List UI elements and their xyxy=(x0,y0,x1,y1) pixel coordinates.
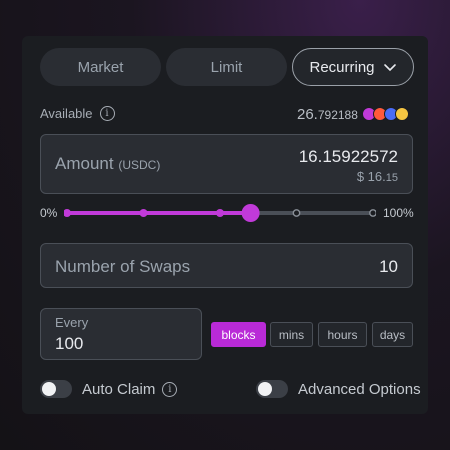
amount-label: Amount (USDC) xyxy=(55,154,160,174)
unit-hours-button[interactable]: hours xyxy=(318,322,367,347)
unit-mins-button[interactable]: mins xyxy=(270,322,313,347)
chevron-down-icon xyxy=(383,64,396,72)
slider-stop-1[interactable] xyxy=(139,209,148,217)
available-text: Available xyxy=(40,106,93,121)
tab-limit-label: Limit xyxy=(210,58,243,76)
amount-label-text: Amount xyxy=(55,154,114,173)
amount-usd-int: $ 16. xyxy=(356,169,386,184)
amount-unit: (USDC) xyxy=(118,158,161,172)
order-type-tabs: Market Limit Recurring xyxy=(40,48,414,86)
advanced-options-label: Advanced Options xyxy=(298,381,421,398)
swaps-label: Number of Swaps xyxy=(55,257,191,276)
slider-min-label: 0% xyxy=(40,206,58,220)
number-of-swaps-input[interactable]: Number of Swaps 10 xyxy=(40,243,413,288)
tab-limit[interactable]: Limit xyxy=(166,48,287,86)
available-balance: 26.792188 xyxy=(297,106,358,123)
tab-market[interactable]: Market xyxy=(40,48,161,86)
amount-usd-value: $ 16.15 xyxy=(357,169,398,184)
unit-blocks-button[interactable]: blocks xyxy=(211,322,266,347)
unit-blocks-label: blocks xyxy=(221,327,256,342)
toggle-knob xyxy=(42,382,56,396)
every-interval-input[interactable]: Every 100 xyxy=(40,308,202,360)
unit-mins-label: mins xyxy=(278,327,305,342)
amount-input[interactable]: Amount (USDC) 16.15922572 $ 16.15 xyxy=(40,134,413,194)
amount-value: 16.15922572 xyxy=(298,147,398,166)
available-balance-int: 26. xyxy=(297,106,318,123)
slider-stop-4[interactable] xyxy=(369,209,376,217)
token-icons xyxy=(362,107,416,123)
available-label: Available i xyxy=(40,106,115,121)
slider-max-label: 100% xyxy=(383,206,414,220)
info-icon[interactable]: i xyxy=(99,106,115,121)
info-icon[interactable]: i xyxy=(162,382,178,397)
every-label: Every xyxy=(55,315,89,330)
unit-days-label: days xyxy=(379,327,406,342)
slider-stop-2[interactable] xyxy=(216,209,224,217)
every-value: 100 xyxy=(55,334,84,353)
unit-hours-label: hours xyxy=(327,327,358,342)
toggle-knob xyxy=(258,382,272,396)
tab-market-label: Market xyxy=(77,58,124,76)
auto-claim-label: Auto Claim i xyxy=(82,381,178,398)
slider-thumb[interactable] xyxy=(241,204,260,222)
percentage-slider[interactable] xyxy=(64,203,376,223)
slider-stop-3[interactable] xyxy=(292,209,301,217)
swaps-value: 10 xyxy=(379,257,398,276)
advanced-options-text: Advanced Options xyxy=(298,381,421,398)
auto-claim-toggle[interactable] xyxy=(40,380,72,398)
advanced-options-toggle[interactable] xyxy=(256,380,288,398)
tab-recurring[interactable]: Recurring xyxy=(292,48,414,86)
token-icon-4 xyxy=(395,107,409,121)
available-balance-dec: 792188 xyxy=(317,108,358,122)
slider-stop-0[interactable] xyxy=(64,209,71,217)
amount-usd-dec: 15 xyxy=(385,172,398,184)
unit-days-button[interactable]: days xyxy=(372,322,413,347)
tab-recurring-label: Recurring xyxy=(309,58,375,76)
auto-claim-text: Auto Claim xyxy=(82,381,156,398)
